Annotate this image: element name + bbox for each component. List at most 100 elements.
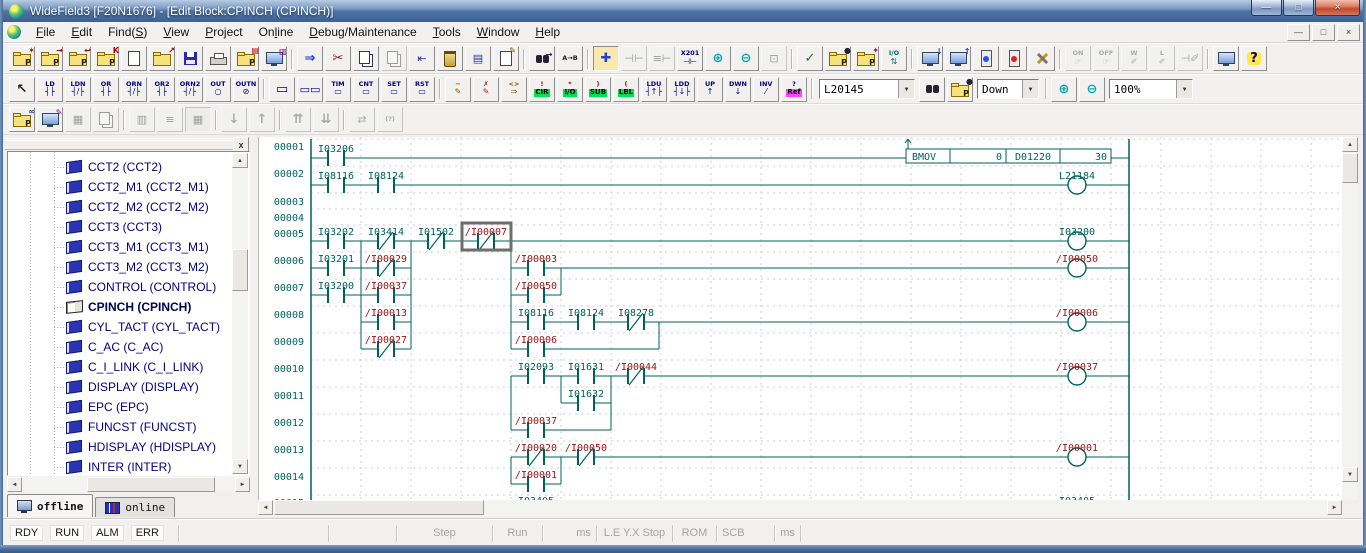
tree-item-cpinch[interactable]: CPINCH (CPINCH) [8, 297, 233, 317]
ld-button[interactable]: LD┤├ [37, 77, 63, 102]
scroll-right-icon[interactable]: ► [235, 477, 250, 492]
contact-I03414[interactable]: I03414 [368, 227, 404, 250]
zoom-out-view-button[interactable]: ⊖ [1079, 77, 1105, 102]
contact-I02093[interactable]: I02093 [518, 362, 554, 384]
scroll-down-icon[interactable]: ▼ [232, 459, 248, 474]
cut-button[interactable]: ✂ [325, 46, 351, 71]
chevron-down-icon[interactable]: ▼ [1022, 80, 1038, 98]
ref-button[interactable]: ?Ref [781, 77, 807, 102]
outn-button[interactable]: OUTN⊘ [233, 77, 259, 102]
new-project-button[interactable]: P✶ [9, 46, 35, 71]
tree-item-inter[interactable]: INTER (INTER) [8, 457, 233, 475]
tree-item-cct2_m2[interactable]: CCT2_M2 (CCT2_M2) [8, 197, 233, 217]
contact-I01502[interactable]: I01502 [418, 227, 454, 250]
contact-nI00006[interactable]: /I00006 [515, 335, 557, 357]
contact-I08278[interactable]: I08278 [618, 308, 654, 331]
plc-run-button[interactable] [973, 46, 999, 71]
contact-I03200[interactable]: I03200 [318, 281, 354, 303]
save-file-button[interactable] [177, 46, 203, 71]
coil-nI00050[interactable]: /I00050 [1056, 254, 1098, 277]
tree-item-hdisplay[interactable]: HDISPLAY (HDISPLAY) [8, 437, 233, 457]
ladder-vscroll-thumb[interactable] [1342, 153, 1358, 183]
coil-nI00037[interactable]: /I00037 [1056, 362, 1098, 385]
find-next-button[interactable]: → [529, 46, 555, 71]
menu-edit[interactable]: Edit [63, 23, 100, 41]
tree-vertical-scrollbar[interactable]: ▲ ▼ [232, 153, 248, 474]
select-mode-button[interactable]: ↖ [9, 77, 35, 102]
ldu-button[interactable]: LDU┤↑├ [641, 77, 667, 102]
find-device-button[interactable] [919, 77, 945, 102]
contact-I01632[interactable]: I01632 [568, 389, 604, 411]
ladder-horizontal-scrollbar[interactable]: ◄ ► [258, 500, 1342, 516]
sub-button[interactable]: )SUB [585, 77, 611, 102]
scroll-left-icon[interactable]: ◄ [258, 500, 273, 515]
zoom-in-view-button[interactable]: ⊕ [1051, 77, 1077, 102]
menu-online[interactable]: Online [251, 23, 302, 41]
insert-cell-button[interactable]: ⇤ [409, 46, 435, 71]
inv-button[interactable]: INV⁄ [753, 77, 779, 102]
replace-button[interactable]: A→B [557, 46, 583, 71]
instruction-stack-button[interactable]: ▭▭ [297, 77, 323, 102]
restore-button[interactable]: □ [1283, 0, 1314, 16]
tree-item-c_ac[interactable]: C_AC (C_AC) [8, 337, 233, 357]
close-button[interactable]: × [1315, 0, 1360, 16]
tree-item-cct3[interactable]: CCT3 (CCT3) [8, 217, 233, 237]
print-project-button[interactable]: P▤ [233, 46, 259, 71]
ladder-editor[interactable]: 0000100002000030000400005000060000700008… [258, 137, 1342, 500]
contact-nI00020[interactable]: /I00020 [515, 443, 557, 466]
tree-horizontal-scrollbar[interactable]: ◄ ► [7, 477, 250, 492]
tree-item-funcst[interactable]: FUNCST (FUNCST) [8, 417, 233, 437]
minimize-button[interactable]: — [1251, 0, 1282, 16]
contact-I03206[interactable]: I03206 [318, 144, 354, 166]
open-file-button[interactable]: ↗ [149, 46, 175, 71]
io-mark-button[interactable]: *I/O [557, 77, 583, 102]
project-transfer-button[interactable]: ▥ [261, 46, 287, 71]
copy-button[interactable] [353, 46, 379, 71]
contact-I03201[interactable]: I03201 [318, 254, 354, 276]
plc-stop-button[interactable] [1001, 46, 1027, 71]
zoom-out-button[interactable]: ⊖ [733, 46, 759, 71]
program-check-button[interactable]: ✓ [797, 46, 823, 71]
tree-item-control[interactable]: CONTROL (CONTROL) [8, 277, 233, 297]
mdi-close-button[interactable]: × [1337, 24, 1360, 41]
tree-hscroll-thumb[interactable] [87, 477, 215, 492]
open-project-button[interactable]: P→ [37, 46, 63, 71]
tree-item-cct3_m2[interactable]: CCT3_M2 (CCT3_M2) [8, 257, 233, 277]
contact-nI00003[interactable]: /I00003 [515, 254, 557, 276]
scroll-right-icon[interactable]: ► [1327, 500, 1342, 515]
contact-nI00050[interactable]: /I00050 [565, 443, 607, 466]
menu-window[interactable]: Window [469, 23, 528, 41]
contact-I03202[interactable]: I03202 [318, 227, 354, 249]
rst-button[interactable]: RST▭ [409, 77, 435, 102]
tim-button[interactable]: TIM▭ [325, 77, 351, 102]
compare-project-button[interactable]: P✦ [853, 46, 879, 71]
cir-button[interactable]: !CIR [529, 77, 555, 102]
scroll-up-icon[interactable]: ▲ [232, 153, 248, 168]
io-convert-button[interactable]: I/O⇅ [881, 46, 907, 71]
contact-I01631[interactable]: I01631 [568, 362, 604, 384]
new-file-button[interactable] [121, 46, 147, 71]
tree-item-cyl_tact[interactable]: CYL_TACT (CYL_TACT) [8, 317, 233, 337]
tab-online[interactable]: online [95, 497, 175, 517]
line-erase-button[interactable]: ✗✎ [473, 77, 499, 102]
menu-find-s[interactable]: Find(S) [100, 23, 155, 41]
set-button[interactable]: SET▭ [381, 77, 407, 102]
contact-I08124[interactable]: I08124 [368, 171, 404, 193]
contact-nI00001[interactable]: /I00001 [515, 470, 557, 492]
device-list-button[interactable]: ▤ [465, 46, 491, 71]
menu-view[interactable]: View [155, 23, 197, 41]
device-search-combo[interactable]: L20145▼ [819, 79, 915, 99]
tab-offline[interactable]: offline [7, 494, 93, 517]
tree-item-epc[interactable]: EPC (EPC) [8, 397, 233, 417]
tree-item-cct2[interactable]: CCT2 (CCT2) [8, 157, 233, 177]
line-draw-button[interactable]: −✎ [445, 77, 471, 102]
cnt-button[interactable]: CNT▭ [353, 77, 379, 102]
navigate-mode-button[interactable]: ✚ [593, 46, 619, 71]
execute-button[interactable]: ⇒ [297, 46, 323, 71]
mdi-restore-button[interactable]: □ [1312, 24, 1335, 41]
find-device-in-project-button[interactable]: P● [947, 77, 973, 102]
print-button[interactable] [205, 46, 231, 71]
contact-I08124[interactable]: I08124 [568, 308, 604, 330]
or2-button[interactable]: OR2┤├ [149, 77, 175, 102]
chevron-down-icon[interactable]: ▼ [898, 80, 914, 98]
